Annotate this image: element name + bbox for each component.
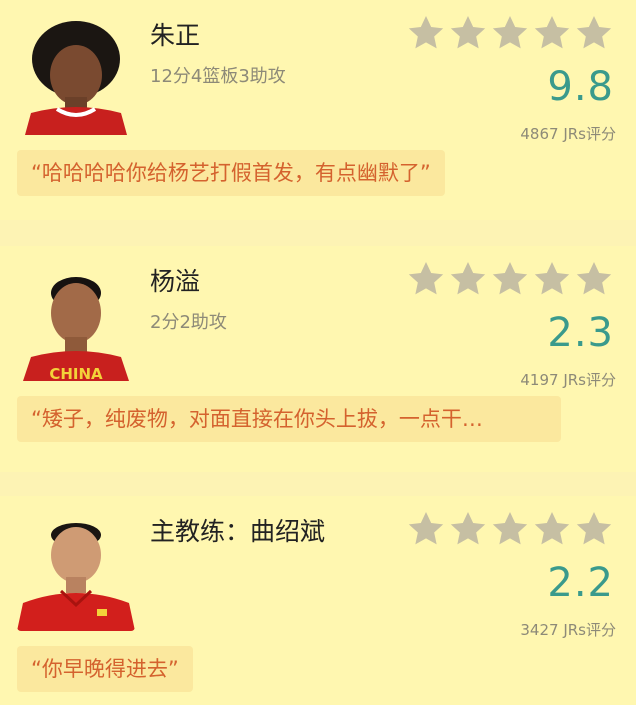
star-rating[interactable] xyxy=(406,259,614,299)
coach-name: 主教练：曲绍斌 xyxy=(150,517,326,546)
vote-count: 4197 JRs评分 xyxy=(520,371,616,389)
star-rating[interactable] xyxy=(406,13,614,53)
top-comment[interactable]: “你早晚得进去” xyxy=(17,646,193,692)
rating-card[interactable]: 主教练：曲绍斌 2.2 3427 JRs评分 “你早晚得进去” xyxy=(0,496,636,705)
top-comment[interactable]: “矮子，纯废物，对面直接在你头上拔，一点干… xyxy=(17,396,561,442)
star-icon[interactable] xyxy=(406,509,446,549)
star-icon[interactable] xyxy=(448,13,488,53)
player-name: 朱正 xyxy=(150,21,201,50)
star-icon[interactable] xyxy=(448,509,488,549)
vote-count: 4867 JRs评分 xyxy=(520,125,616,143)
player-stat: 2分2助攻 xyxy=(150,312,227,333)
star-icon[interactable] xyxy=(490,13,530,53)
average-score: 9.8 xyxy=(547,64,614,110)
player-avatar[interactable] xyxy=(17,17,135,135)
star-icon[interactable] xyxy=(490,509,530,549)
rating-card[interactable]: 朱正 12分4篮板3助攻 9.8 4867 JRs评分 “哈哈哈哈你给杨艺打假首… xyxy=(0,0,636,220)
star-icon[interactable] xyxy=(574,13,614,53)
top-comment[interactable]: “哈哈哈哈你给杨艺打假首发，有点幽默了” xyxy=(17,150,445,196)
star-rating[interactable] xyxy=(406,509,614,549)
player-stat: 12分4篮板3助攻 xyxy=(150,66,286,87)
star-icon[interactable] xyxy=(406,13,446,53)
star-icon[interactable] xyxy=(406,259,446,299)
rating-card[interactable]: CHINA 杨溢 2分2助攻 2.3 4197 JRs评分 “矮子，纯废物，对面… xyxy=(0,246,636,472)
average-score: 2.2 xyxy=(547,560,614,606)
star-icon[interactable] xyxy=(574,509,614,549)
vote-count: 3427 JRs评分 xyxy=(520,621,616,639)
average-score: 2.3 xyxy=(547,310,614,356)
star-icon[interactable] xyxy=(490,259,530,299)
player-avatar[interactable]: CHINA xyxy=(17,263,135,381)
star-icon[interactable] xyxy=(532,13,572,53)
coach-avatar[interactable] xyxy=(17,513,135,631)
player-name: 杨溢 xyxy=(150,267,201,296)
star-icon[interactable] xyxy=(448,259,488,299)
star-icon[interactable] xyxy=(532,259,572,299)
svg-text:CHINA: CHINA xyxy=(49,365,103,381)
star-icon[interactable] xyxy=(574,259,614,299)
star-icon[interactable] xyxy=(532,509,572,549)
